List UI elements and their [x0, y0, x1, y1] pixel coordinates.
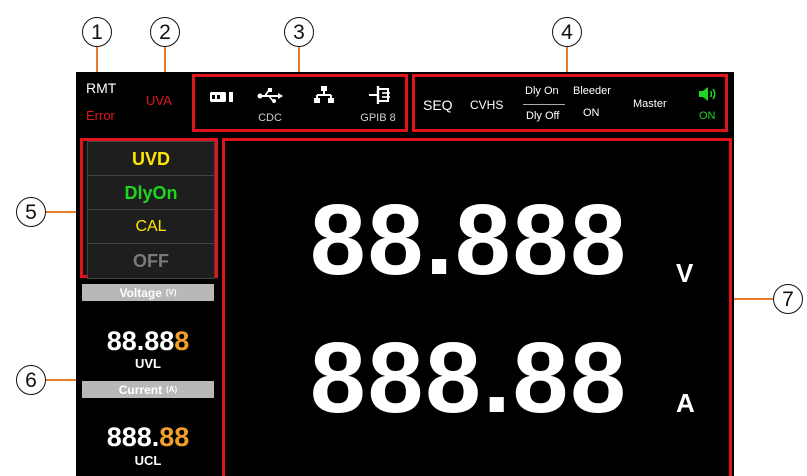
master-indicator: Master — [633, 98, 667, 110]
voltage-header: Voltage (V) — [82, 284, 214, 301]
error-indicator: Error — [86, 108, 115, 123]
interface-status-frame: CDC GPIB 8 — [192, 74, 408, 132]
gpib-icon — [369, 86, 390, 104]
current-reading: 888.88 — [310, 322, 628, 434]
callout-4: 4 — [552, 17, 582, 47]
display-screen: RMT Error UVA CDC GPIB 8 SEQ CVHS Dly On… — [76, 72, 734, 476]
callout-6: 6 — [16, 365, 46, 395]
current-limit-label: UCL — [134, 453, 162, 468]
voltage-unit: V — [676, 258, 694, 288]
leader-line-3 — [298, 47, 300, 74]
sound-state: ON — [699, 110, 716, 122]
settings-status-frame: SEQ CVHS Dly On Dly Off Bleeder ON Maste… — [412, 74, 728, 132]
callout-2: 2 — [150, 17, 180, 47]
gpib-address-label: GPIB 8 — [360, 112, 396, 124]
delay-divider — [523, 104, 565, 105]
voltage-set-value: 88.888 — [106, 326, 190, 356]
cdc-label: CDC — [258, 112, 282, 124]
current-set-value: 888.88 — [106, 422, 190, 452]
usb-icon — [257, 88, 283, 103]
usb-host-icon — [210, 92, 233, 102]
bleeder-label: Bleeder — [573, 85, 611, 97]
uva-indicator: UVA — [146, 93, 172, 108]
callout-3: 3 — [284, 17, 314, 47]
leader-line-1 — [96, 47, 98, 74]
current-unit: A — [676, 388, 695, 418]
dly-off-indicator: Dly Off — [526, 110, 560, 122]
current-header: Current (A) — [82, 381, 214, 398]
rmt-indicator: RMT — [86, 80, 117, 96]
seq-indicator: SEQ — [423, 97, 453, 113]
mode-cal: CAL — [87, 209, 215, 245]
mode-off: OFF — [87, 243, 215, 279]
voltage-reading: 88.888 — [310, 184, 628, 296]
voltage-limit-label: UVL — [135, 356, 161, 371]
leader-line-2 — [164, 47, 166, 74]
mode-uvd: UVD — [87, 141, 215, 177]
dly-on-indicator: Dly On — [525, 85, 559, 97]
bleeder-state: ON — [583, 107, 600, 119]
speaker-icon — [699, 87, 716, 101]
callout-7: 7 — [773, 284, 803, 314]
lan-icon — [314, 86, 334, 103]
cvhs-indicator: CVHS — [470, 98, 504, 112]
leader-line-4 — [566, 47, 568, 74]
leader-line-7 — [728, 298, 773, 300]
callout-1: 1 — [82, 17, 112, 47]
callout-5: 5 — [16, 197, 46, 227]
mode-dlyon: DlyOn — [87, 175, 215, 211]
